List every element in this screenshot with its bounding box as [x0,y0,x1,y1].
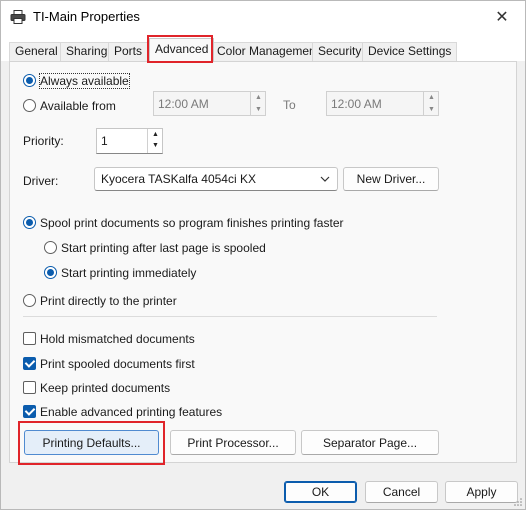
tab-strip: General Sharing Ports Advanced Color Man… [1,33,525,62]
cancel-button[interactable]: Cancel [365,481,438,503]
spin-up-icon[interactable]: ▲ [148,129,163,140]
priority-label: Priority: [23,134,64,148]
close-button[interactable]: ✕ [479,1,525,33]
hold-mismatched-checkbox[interactable] [23,332,36,345]
tab-general[interactable]: General [9,42,64,61]
ok-button[interactable]: OK [284,481,357,503]
tab-device-settings[interactable]: Device Settings [362,42,458,61]
spin-down-icon[interactable]: ▼ [148,140,163,151]
close-icon: ✕ [495,9,509,26]
available-from-label: Available from [40,99,116,113]
available-from-radio[interactable] [23,99,36,112]
tab-security[interactable]: Security [312,42,368,61]
separator [23,316,437,317]
print-processor-button[interactable]: Print Processor... [170,430,296,455]
always-available-label: Always available [39,73,130,89]
spin-up-icon[interactable]: ▲ [424,91,439,103]
spool-radio[interactable] [23,216,36,229]
hold-mismatched-label: Hold mismatched documents [40,332,195,346]
priority-spinner[interactable]: ▲ ▼ [147,129,162,153]
tab-sharing[interactable]: Sharing [60,42,114,61]
enable-advanced-features-label: Enable advanced printing features [40,405,223,419]
print-directly-label: Print directly to the printer [40,294,177,308]
properties-dialog: TI-Main Properties ✕ General Sharing Por… [0,0,526,510]
printing-defaults-button[interactable]: Printing Defaults... [24,430,159,455]
tab-ports[interactable]: Ports [108,42,149,61]
resize-grip-icon[interactable] [513,497,523,507]
apply-button[interactable]: Apply [445,481,518,503]
driver-select[interactable]: Kyocera TASKalfa 4054ci KX [94,167,338,191]
enable-advanced-features-checkbox[interactable] [23,405,36,418]
separator-page-button[interactable]: Separator Page... [301,430,439,455]
start-immediately-label: Start printing immediately [61,266,197,280]
tab-advanced[interactable]: Advanced [149,38,215,62]
to-time-value: 12:00 AM [331,96,382,111]
spin-down-icon[interactable]: ▼ [424,103,439,115]
from-time-value: 12:00 AM [158,96,209,111]
always-available-radio[interactable] [23,74,36,87]
start-after-last-page-label: Start printing after last page is spoole… [61,241,266,255]
driver-label: Driver: [23,174,59,188]
start-immediately-radio[interactable] [44,266,57,279]
printer-icon [10,10,26,24]
to-label: To [283,98,296,112]
window-title: TI-Main Properties [33,9,140,24]
from-time-spinner[interactable]: ▲ ▼ [250,91,265,116]
chevron-down-icon [320,176,330,182]
tab-color-management[interactable]: Color Management [211,42,326,61]
advanced-panel [9,61,517,463]
spool-label: Spool print documents so program finishe… [40,216,344,230]
print-spooled-first-label: Print spooled documents first [40,357,195,371]
keep-printed-label: Keep printed documents [40,381,171,395]
start-after-last-page-radio[interactable] [44,241,57,254]
spin-up-icon[interactable]: ▲ [251,91,266,103]
spin-down-icon[interactable]: ▼ [251,103,266,115]
priority-value: 1 [101,134,108,148]
new-driver-button[interactable]: New Driver... [343,167,439,191]
print-directly-radio[interactable] [23,294,36,307]
driver-value: Kyocera TASKalfa 4054ci KX [101,172,256,186]
print-spooled-first-checkbox[interactable] [23,357,36,370]
title-bar: TI-Main Properties ✕ [1,1,525,33]
to-time-spinner[interactable]: ▲ ▼ [423,91,438,116]
keep-printed-checkbox[interactable] [23,381,36,394]
